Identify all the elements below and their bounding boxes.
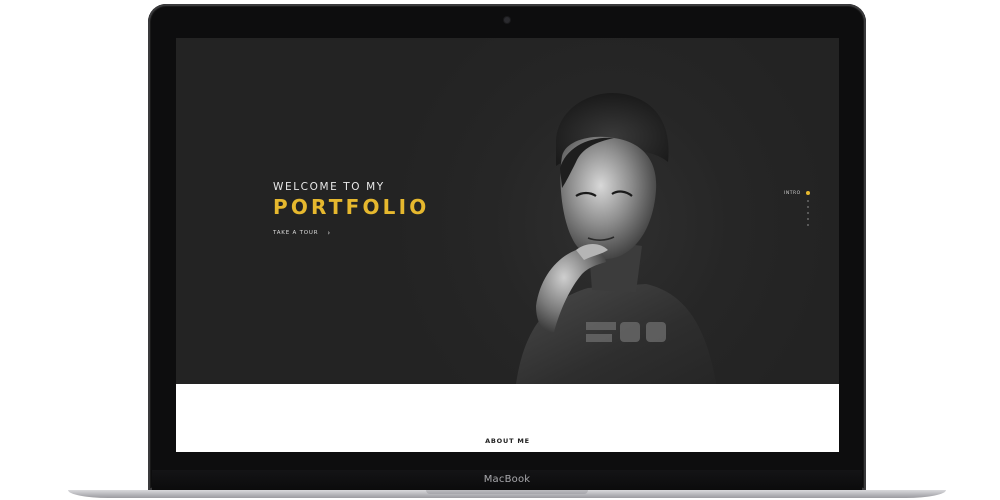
about-heading: ABOUT ME	[485, 437, 530, 445]
welcome-heading: WELCOME TO MY	[273, 181, 385, 193]
dot-nav-active-label: INTRO	[784, 191, 801, 196]
dot-nav-item[interactable]	[807, 218, 809, 220]
portrait-image	[516, 92, 716, 384]
dot-nav-item[interactable]	[807, 212, 809, 214]
laptop-mockup: WELCOME TO MY PORTFOLIO TAKE A TOUR › IN…	[0, 0, 1000, 500]
chevron-right-icon: ›	[327, 229, 331, 237]
dot-nav-item[interactable]	[807, 224, 809, 226]
dot-nav-item[interactable]	[807, 200, 809, 202]
laptop-screen: WELCOME TO MY PORTFOLIO TAKE A TOUR › IN…	[176, 38, 839, 452]
dot-nav-item[interactable]	[807, 206, 809, 208]
hero-text-block: WELCOME TO MY PORTFOLIO TAKE A TOUR ›	[273, 181, 429, 237]
hero-section: WELCOME TO MY PORTFOLIO TAKE A TOUR › IN…	[176, 38, 839, 384]
section-dot-navigation: INTRO	[784, 191, 814, 231]
take-a-tour-label: TAKE A TOUR	[273, 230, 319, 236]
laptop-hinge-notch	[426, 490, 588, 494]
macbook-brand-label: MacBook	[483, 474, 531, 485]
portfolio-title: PORTFOLIO	[273, 195, 430, 219]
about-section: ABOUT ME	[176, 384, 839, 452]
webcam	[504, 17, 510, 23]
take-a-tour-link[interactable]: TAKE A TOUR ›	[273, 229, 429, 237]
dot-nav-item-intro[interactable]	[806, 191, 810, 195]
